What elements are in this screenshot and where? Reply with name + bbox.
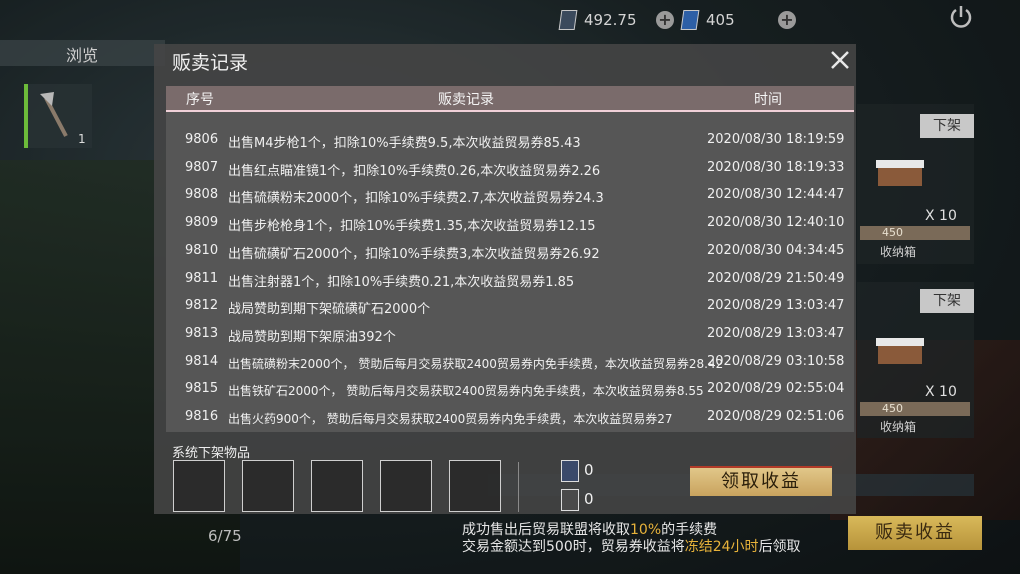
- table-row: 9808 出售硫磺粉末2000个，扣除10%手续费2.7,本次收益贸易券24.3 2…: [166, 182, 854, 209]
- fee-note-line2: 交易金额达到500时，贸易券收益将冻结24小时后领取: [462, 536, 801, 556]
- row-id: 9814: [185, 353, 219, 369]
- row-record: 出售硫磺粉末2000个， 赞助后每月交易获取2400贸易券内免手续费，本次收益贸…: [228, 356, 724, 371]
- unlist-button-1[interactable]: 下架: [920, 114, 974, 138]
- row-time: 2020/08/30 04:34:45: [707, 242, 845, 258]
- row-id: 9812: [185, 298, 219, 314]
- storage-box-icon: [876, 338, 924, 364]
- system-item-slot[interactable]: [173, 460, 225, 512]
- freeze-note-highlight: 冻结24小时: [684, 539, 759, 555]
- item-price-1: 450: [860, 226, 970, 240]
- row-id: 9815: [185, 381, 219, 397]
- dialog-title: 贩卖记录: [172, 52, 249, 74]
- table-header: 序号 贩卖记录 时间: [166, 86, 854, 112]
- add-currency1-button[interactable]: +: [656, 11, 674, 29]
- item-price-2: 450: [860, 402, 970, 416]
- storage-box-icon: [876, 160, 924, 186]
- system-item-slot[interactable]: [311, 460, 363, 512]
- row-id: 9809: [185, 215, 219, 231]
- browse-tab-label: 浏览: [66, 46, 99, 65]
- table-row: 9813 战局赞助到期下架原油392个 2020/08/29 13:03:47: [166, 321, 854, 348]
- table-row: 9809 出售步枪枪身1个，扣除10%手续费1.35,本次收益贸易券12.15 20…: [166, 210, 854, 237]
- table-row: 9815 出售铁矿石2000个， 赞助后每月交易获取2400贸易券内免手续费，本次…: [166, 376, 854, 403]
- row-id: 9808: [185, 187, 219, 203]
- row-id: 9811: [185, 270, 219, 286]
- column-header-id: 序号: [186, 92, 214, 108]
- row-time: 2020/08/30 12:44:47: [707, 187, 845, 203]
- row-id: 9807: [185, 159, 219, 175]
- row-time: 2020/08/29 13:03:47: [707, 325, 845, 341]
- unlist-button-2[interactable]: 下架: [920, 289, 974, 313]
- currency1-value: 492.75: [584, 11, 637, 29]
- system-unlisted-label: 系统下架物品: [172, 446, 251, 461]
- row-record: 出售铁矿石2000个， 赞助后每月交易获取2400贸易券内免手续费，本次收益贸易…: [228, 384, 704, 399]
- system-item-slot[interactable]: [449, 460, 501, 512]
- freeze-note-text: 后领取: [758, 539, 801, 555]
- card-ticket-icon: [561, 460, 579, 482]
- trade-ticket-icon: [558, 10, 578, 30]
- row-time: 2020/08/30 18:19:33: [707, 159, 845, 175]
- ticket1-value: 0: [584, 461, 594, 479]
- column-header-record: 贩卖记录: [438, 92, 494, 108]
- row-time: 2020/08/29 02:55:04: [707, 381, 845, 397]
- row-record: 出售注射器1个，扣除10%手续费0.21,本次收益贸易券1.85: [228, 274, 575, 290]
- freeze-note-text: 交易金额达到500时，贸易券收益将: [462, 539, 685, 555]
- sell-earnings-button[interactable]: 贩卖收益: [848, 516, 982, 550]
- claim-earnings-button[interactable]: 领取收益: [690, 466, 832, 496]
- row-time: 2020/08/30 18:19:59: [707, 132, 845, 147]
- table-row: 9814 出售硫磺粉末2000个， 赞助后每月交易获取2400贸易券内免手续费，本…: [166, 349, 854, 376]
- row-time: 2020/08/29 21:50:49: [707, 270, 845, 286]
- sales-record-table[interactable]: 序号 贩卖记录 时间 9806 出售M4步枪1个，扣除10%手续费9.5,本次收益…: [166, 86, 854, 432]
- row-record: 战局赞助到期下架原油392个: [228, 329, 396, 345]
- row-record: 战局赞助到期下架硫磺矿石2000个: [228, 302, 431, 318]
- currency2-value: 405: [706, 11, 735, 29]
- row-record: 出售硫磺粉末2000个，扣除10%手续费2.7,本次收益贸易券24.3: [228, 191, 604, 207]
- row-id: 9813: [185, 325, 219, 341]
- row-record: 出售步枪枪身1个，扣除10%手续费1.35,本次收益贸易券12.15: [228, 219, 596, 235]
- currency-bar: 492.75 + 405 +: [558, 6, 796, 34]
- row-time: 2020/08/29 03:10:58: [707, 353, 845, 369]
- item-quantity-1: X 10: [925, 208, 957, 224]
- table-row: 9811 出售注射器1个，扣除10%手续费0.21,本次收益贸易券1.85 2020…: [166, 266, 854, 293]
- item-name-1: 收纳箱: [880, 245, 917, 259]
- table-row: 9810 出售硫磺矿石2000个，扣除10%手续费3,本次收益贸易券26.92 20…: [166, 238, 854, 265]
- item-quantity-2: X 10: [925, 384, 957, 400]
- table-row: 9816 出售火药900个， 赞助后每月交易获取2400贸易券内免手续费，本次收益…: [166, 404, 854, 431]
- ticket2-value: 0: [584, 490, 594, 508]
- axe-icon: [40, 92, 68, 137]
- divider: [518, 462, 519, 512]
- add-currency2-button[interactable]: +: [778, 11, 796, 29]
- row-time: 2020/08/29 02:51:06: [707, 409, 845, 424]
- table-row: 9807 出售红点瞄准镜1个，扣除10%手续费0.26,本次收益贸易券2.26 20…: [166, 155, 854, 182]
- column-header-time: 时间: [754, 92, 782, 108]
- table-row: 9812 战局赞助到期下架硫磺矿石2000个 2020/08/29 13:03:47: [166, 293, 854, 320]
- row-id: 9806: [185, 132, 219, 147]
- row-record: 出售硫磺矿石2000个，扣除10%手续费3,本次收益贸易券26.92: [228, 246, 600, 262]
- row-record: 出售红点瞄准镜1个，扣除10%手续费0.26,本次收益贸易券2.26: [228, 163, 601, 179]
- close-icon[interactable]: [828, 48, 852, 72]
- row-record: 出售火药900个， 赞助后每月交易获取2400贸易券内免手续费，本次收益贸易券2…: [228, 412, 673, 426]
- inventory-slot-count: 1: [78, 132, 86, 146]
- power-icon[interactable]: [948, 4, 974, 30]
- capacity-count: 6/75: [208, 527, 242, 545]
- row-id: 9816: [185, 409, 219, 424]
- row-time: 2020/08/30 12:40:10: [707, 215, 845, 231]
- row-time: 2020/08/29 13:03:47: [707, 298, 845, 314]
- item-name-2: 收纳箱: [880, 420, 917, 434]
- table-row: 9806 出售M4步枪1个，扣除10%手续费9.5,本次收益贸易券85.43 202…: [166, 127, 854, 154]
- trade-ticket-icon: [561, 489, 579, 511]
- row-id: 9810: [185, 242, 219, 258]
- system-item-slot[interactable]: [380, 460, 432, 512]
- system-item-slot[interactable]: [242, 460, 294, 512]
- card-ticket-icon: [680, 10, 700, 30]
- row-record: 出售M4步枪1个，扣除10%手续费9.5,本次收益贸易券85.43: [228, 136, 581, 151]
